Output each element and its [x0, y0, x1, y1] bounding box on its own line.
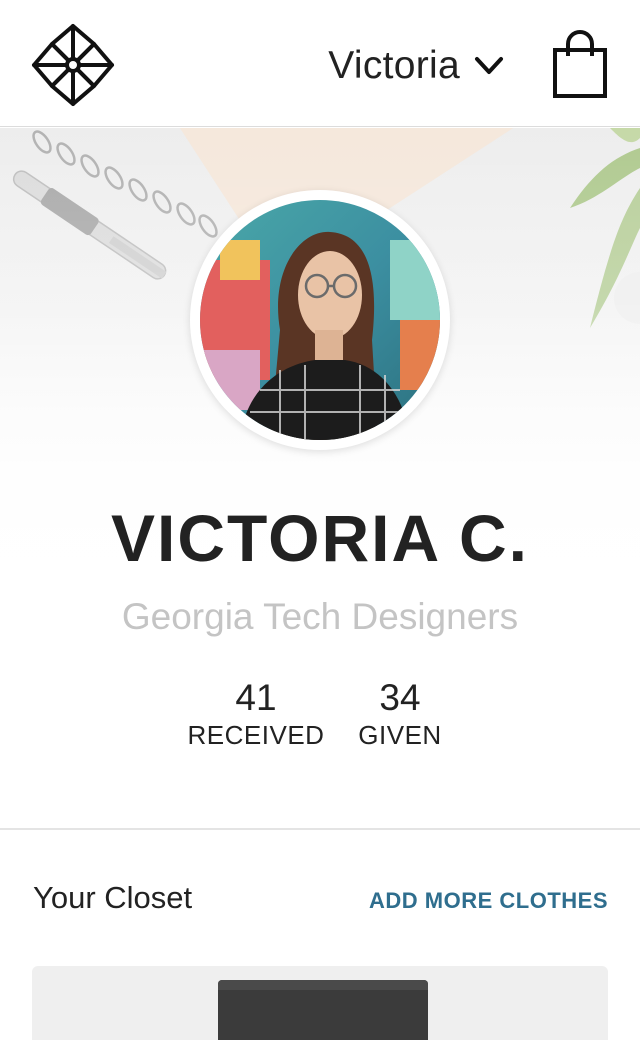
closet-title: Your Closet: [33, 880, 193, 915]
avatar[interactable]: [190, 190, 450, 450]
stat-received: 41 RECEIVED: [186, 676, 326, 750]
app-header: Victoria: [0, 0, 640, 127]
add-more-clothes-link[interactable]: ADD MORE CLOTHES: [369, 888, 608, 914]
profile-group: Georgia Tech Designers: [121, 596, 519, 637]
stat-received-value: 41: [235, 677, 277, 718]
pinwheel-logo-icon[interactable]: [30, 22, 116, 108]
shopping-bag-icon[interactable]: [552, 30, 608, 100]
stat-received-label: RECEIVED: [187, 720, 325, 750]
section-divider: [0, 828, 640, 830]
closet-item-card[interactable]: [32, 966, 608, 1040]
user-name: Victoria: [328, 44, 460, 87]
stat-given: 34 GIVEN: [352, 676, 448, 750]
stat-given-value: 34: [379, 677, 421, 718]
profile-name: VICTORIA C.: [110, 501, 530, 575]
profile-photo: [200, 200, 440, 440]
stat-given-label: GIVEN: [358, 720, 442, 750]
garment-image: [218, 980, 428, 1040]
chevron-down-icon: [475, 57, 503, 74]
user-menu-dropdown[interactable]: Victoria: [328, 42, 504, 90]
